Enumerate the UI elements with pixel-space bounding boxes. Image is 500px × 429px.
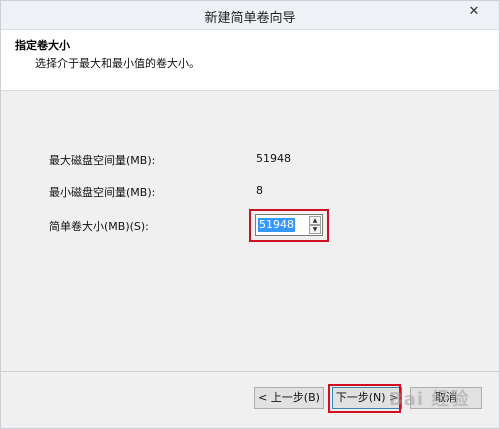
volume-size-input[interactable]: 51948	[258, 218, 295, 232]
wizard-header: 指定卷大小 选择介于最大和最小值的卷大小。	[1, 30, 499, 91]
baidu-watermark: Bai 经验	[389, 389, 470, 410]
back-button[interactable]: < 上一步(B)	[254, 387, 324, 409]
stepper-down-button[interactable]: ▼	[309, 225, 321, 234]
stepper-buttons: ▲ ▼	[309, 216, 321, 234]
volume-size-stepper[interactable]: 51948 ▲ ▼	[255, 214, 323, 236]
caret-down-icon: ▼	[312, 226, 318, 233]
close-icon: ✕	[468, 4, 480, 19]
caret-up-icon: ▲	[312, 217, 318, 224]
min-size-value: 8	[256, 184, 263, 197]
wizard-content: 最大磁盘空间量(MB): 51948 最小磁盘空间量(MB): 8 简单卷大小(…	[1, 91, 499, 371]
wizard-footer: < 上一步(B) 下一步(N) > 取消 Bai 经验	[1, 372, 499, 428]
close-button[interactable]: ✕	[453, 2, 495, 22]
max-size-value: 51948	[256, 152, 291, 165]
wizard-window: 新建简单卷向导 ✕ 指定卷大小 选择介于最大和最小值的卷大小。 最大磁盘空间量(…	[0, 0, 500, 429]
title-bar: 新建简单卷向导 ✕	[1, 1, 499, 30]
page-title: 指定卷大小	[15, 39, 70, 52]
max-size-label: 最大磁盘空间量(MB):	[49, 154, 156, 167]
page-subtitle: 选择介于最大和最小值的卷大小。	[35, 57, 200, 70]
stepper-up-button[interactable]: ▲	[309, 216, 321, 225]
min-size-label: 最小磁盘空间量(MB):	[49, 186, 156, 199]
volume-size-label: 简单卷大小(MB)(S):	[49, 220, 149, 233]
window-title: 新建简单卷向导	[204, 11, 296, 26]
